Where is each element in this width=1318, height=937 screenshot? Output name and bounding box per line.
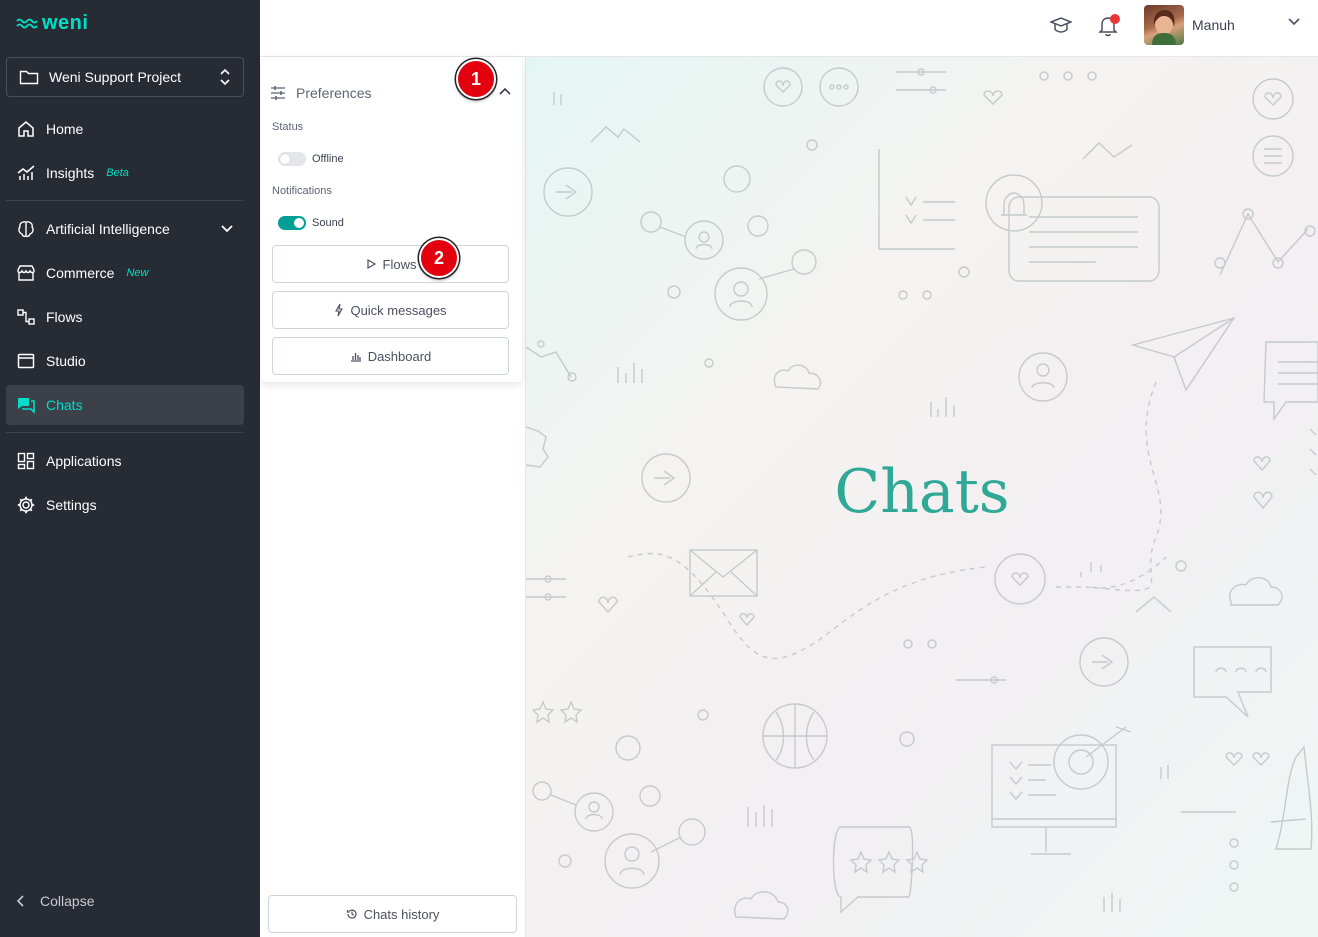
sound-label: Sound: [312, 217, 344, 229]
logo-text: weni: [42, 12, 89, 34]
sidebar-item-label: Commerce: [46, 265, 115, 281]
sidebar-item-studio[interactable]: Studio: [6, 341, 244, 381]
folder-icon: [19, 70, 39, 85]
gear-icon: [17, 496, 35, 514]
chevron-up-down-icon: [220, 68, 230, 86]
chevron-down-icon: [221, 225, 233, 233]
preferences-title: Preferences: [296, 85, 372, 101]
step-badge-1: 1: [456, 59, 496, 99]
chats-history-button[interactable]: Chats history: [268, 895, 517, 933]
beta-tag: Beta: [106, 167, 129, 179]
lightning-icon: [335, 303, 344, 317]
brain-icon: [18, 221, 34, 238]
home-icon: [18, 121, 34, 137]
apps-grid-icon: [17, 452, 35, 470]
sidebar-item-settings[interactable]: Settings: [6, 485, 244, 525]
graduation-cap-icon[interactable]: [1050, 16, 1072, 34]
flows-button-label: Flows: [382, 256, 417, 272]
sidebar-item-label: Home: [46, 121, 84, 137]
play-icon: [366, 258, 376, 270]
project-name: Weni Support Project: [49, 69, 182, 85]
quick-messages-button[interactable]: Quick messages: [272, 291, 509, 329]
toggle-knob: [294, 218, 304, 228]
sliders-icon: [271, 86, 285, 100]
sidebar-item-insights[interactable]: Insights Beta: [6, 153, 244, 193]
project-selector[interactable]: Weni Support Project: [6, 57, 244, 97]
status-toggle[interactable]: [278, 152, 306, 166]
chevron-up-icon[interactable]: [498, 87, 512, 97]
notifications-label: Notifications: [272, 185, 332, 197]
sidebar-item-home[interactable]: Home: [6, 109, 244, 149]
toggle-knob: [280, 154, 290, 164]
username[interactable]: Manuh: [1192, 17, 1235, 33]
collapse-button[interactable]: Collapse: [16, 893, 94, 909]
preferences-panel: Preferences Status Offline Notifications…: [261, 57, 522, 382]
sound-toggle[interactable]: [278, 216, 306, 230]
weni-logo[interactable]: weni: [16, 12, 88, 35]
avatar-portrait: [1152, 10, 1176, 45]
avatar[interactable]: [1144, 5, 1184, 45]
sidebar-divider: [6, 200, 244, 201]
chart-icon: [17, 165, 35, 180]
dashboard-button[interactable]: Dashboard: [272, 337, 509, 375]
flows-icon: [17, 309, 35, 325]
sidebar-item-label: Chats: [46, 397, 83, 413]
new-tag: New: [126, 267, 149, 279]
status-label: Status: [272, 121, 304, 133]
step-badge-2: 2: [419, 238, 459, 278]
studio-icon: [17, 353, 35, 369]
status-value: Offline: [312, 153, 344, 165]
sidebar-item-applications[interactable]: Applications: [6, 441, 244, 481]
sidebar-item-label: Studio: [46, 353, 86, 369]
chevron-down-icon[interactable]: [1287, 16, 1301, 28]
bar-chart-icon: [350, 353, 361, 362]
sidebar: weni Weni Support Project Home Insights …: [0, 0, 260, 937]
sidebar-item-flows[interactable]: Flows: [6, 297, 244, 337]
chats-welcome-area: Chats: [526, 57, 1318, 937]
store-icon: [17, 265, 35, 281]
sidebar-item-label: Applications: [46, 453, 122, 469]
dashboard-button-label: Dashboard: [367, 348, 432, 364]
chat-bubbles-icon: [18, 398, 35, 414]
collapse-label: Collapse: [40, 893, 95, 909]
page-title: Chats: [834, 457, 1010, 527]
quick-messages-button-label: Quick messages: [350, 302, 447, 318]
chats-history-label: Chats history: [363, 906, 440, 922]
sidebar-item-chats[interactable]: Chats: [6, 385, 244, 425]
topbar: Manuh: [260, 0, 1318, 57]
sidebar-item-artificial-intelligence[interactable]: Artificial Intelligence: [6, 209, 244, 249]
notification-dot: [1110, 14, 1120, 24]
sidebar-item-label: Settings: [46, 497, 97, 513]
sidebar-item-commerce[interactable]: Commerce New: [6, 253, 244, 293]
chevron-left-icon: [16, 895, 24, 907]
history-icon: [346, 909, 357, 919]
sidebar-item-label: Artificial Intelligence: [46, 221, 170, 237]
sidebar-item-label: Insights: [46, 165, 95, 181]
sidebar-item-label: Flows: [46, 309, 83, 325]
flows-button[interactable]: Flows: [272, 245, 509, 283]
sidebar-divider: [6, 432, 244, 433]
preferences-header[interactable]: Preferences: [270, 85, 371, 101]
weni-waves-icon: [16, 18, 38, 28]
